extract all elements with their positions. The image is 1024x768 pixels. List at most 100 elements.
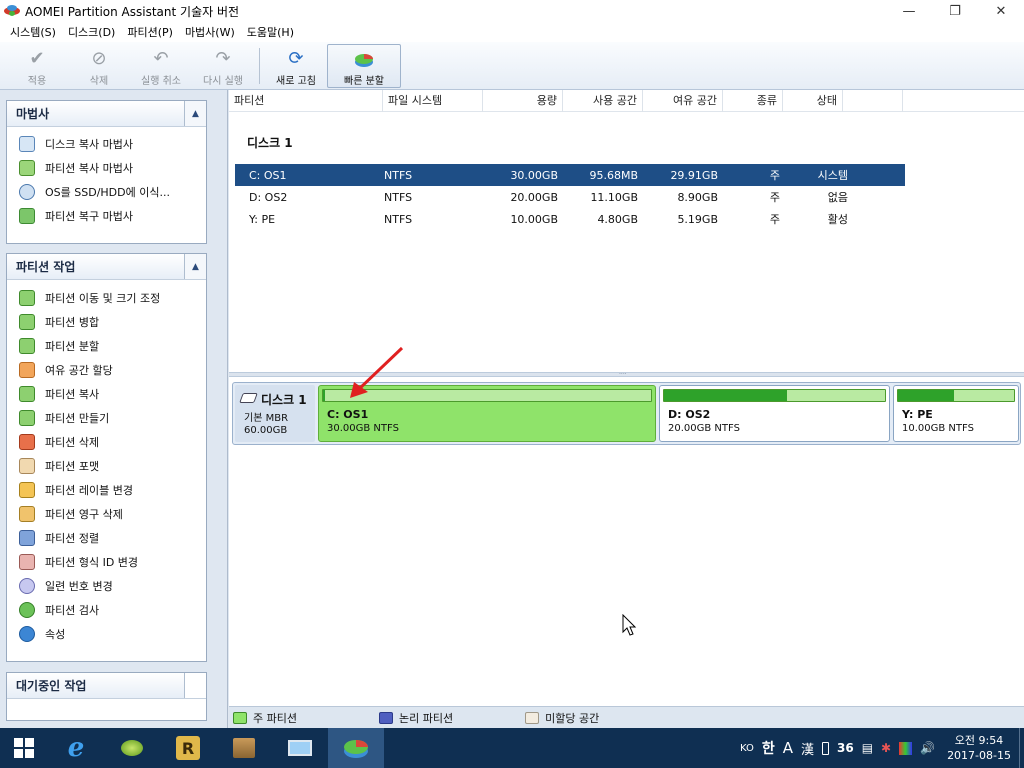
- partition-name: D: OS2: [668, 408, 711, 421]
- op-copy[interactable]: 파티션 복사: [7, 382, 206, 406]
- menu-wizard[interactable]: 마법사(W): [179, 24, 241, 40]
- menu-partition[interactable]: 파티션(P): [121, 24, 179, 40]
- menu-system[interactable]: 시스템(S): [4, 24, 62, 40]
- cell-capacity: 30.00GB: [510, 168, 558, 182]
- cell-capacity: 20.00GB: [510, 190, 558, 204]
- column-filesystem[interactable]: 파일 시스템: [383, 90, 483, 112]
- partition-detail: 20.00GB NTFS: [668, 423, 740, 434]
- wizard-item-label: 파티션 복사 마법사: [45, 162, 133, 175]
- taskbar-app-green[interactable]: [104, 728, 160, 768]
- taskbar-app-pc[interactable]: [272, 728, 328, 768]
- legend-logical-label: 논리 파티션: [398, 711, 454, 725]
- quick-split-button[interactable]: 빠른 분할: [327, 44, 401, 88]
- column-status[interactable]: 상태: [783, 90, 843, 112]
- op-allocate-free-space[interactable]: 여유 공간 할당: [7, 358, 206, 382]
- ime-hangul-indicator[interactable]: 한: [762, 738, 775, 758]
- op-change-type-id[interactable]: 파티션 형식 ID 변경: [7, 550, 206, 574]
- op-split[interactable]: 파티션 분할: [7, 334, 206, 358]
- taskbar-app-r[interactable]: R: [160, 728, 216, 768]
- undo-icon: ↶: [153, 48, 169, 69]
- op-change-serial[interactable]: 일련 번호 변경: [7, 574, 206, 598]
- discard-button[interactable]: ⊘ 삭제: [68, 44, 130, 88]
- wizard-item-partition-copy[interactable]: 파티션 복사 마법사: [7, 156, 206, 180]
- ime-alpha-indicator[interactable]: A: [783, 739, 793, 757]
- partition-block-d[interactable]: D: OS2 20.00GB NTFS: [659, 385, 890, 442]
- partition-detail: 10.00GB NTFS: [902, 423, 974, 434]
- cell-partition: D: OS2: [249, 190, 288, 204]
- network-icon[interactable]: ▤: [862, 741, 873, 755]
- partition-table: C: OS1 NTFS 30.00GB 95.68MB 29.91GB 주 시스…: [235, 164, 905, 230]
- wizard-item-disk-copy[interactable]: 디스크 복사 마법사: [7, 132, 206, 156]
- color-tool-icon[interactable]: [899, 741, 913, 755]
- cell-capacity: 10.00GB: [510, 212, 558, 226]
- disk-info-block[interactable]: 디스크 1 기본 MBR 60.00GB: [235, 385, 315, 442]
- refresh-button[interactable]: ⟳ 새로 고침: [265, 44, 327, 88]
- left-sidebar: 마법사 ▲ 디스크 복사 마법사 파티션 복사 마법사 OS를 SSD/HDD에…: [0, 90, 228, 728]
- collapse-wizard-button[interactable]: ▲: [184, 101, 206, 126]
- pane-splitter[interactable]: ····: [229, 372, 1024, 378]
- close-button[interactable]: ✕: [978, 0, 1024, 22]
- op-format[interactable]: 파티션 포맷: [7, 454, 206, 478]
- table-row[interactable]: C: OS1 NTFS 30.00GB 95.68MB 29.91GB 주 시스…: [235, 164, 905, 186]
- op-merge[interactable]: 파티션 병합: [7, 310, 206, 334]
- refresh-label: 새로 고침: [276, 76, 316, 87]
- column-capacity[interactable]: 용량: [483, 90, 563, 112]
- op-create[interactable]: 파티션 만들기: [7, 406, 206, 430]
- collapse-partition-ops-button[interactable]: ▲: [184, 254, 206, 279]
- move-resize-icon: [19, 290, 35, 306]
- ime-hanja-indicator[interactable]: 漢: [801, 739, 814, 758]
- table-row[interactable]: D: OS2 NTFS 20.00GB 11.10GB 8.90GB 주 없음: [235, 186, 905, 208]
- volume-icon[interactable]: 🔊: [920, 741, 935, 755]
- partition-copy-icon: [19, 160, 35, 176]
- disk-group-label: 디스크 1: [247, 136, 293, 150]
- op-change-label[interactable]: 파티션 레이블 변경: [7, 478, 206, 502]
- column-used[interactable]: 사용 공간: [563, 90, 643, 112]
- partition-block-c[interactable]: C: OS1 30.00GB NTFS: [318, 385, 656, 442]
- undo-button[interactable]: ↶ 실행 취소: [130, 44, 192, 88]
- menu-help[interactable]: 도움말(H): [241, 24, 300, 40]
- taskbar-internet-explorer[interactable]: e: [48, 728, 104, 768]
- taskbar-app-installer[interactable]: [216, 728, 272, 768]
- op-properties[interactable]: 속성: [7, 622, 206, 646]
- usage-bar: [663, 389, 886, 402]
- table-row[interactable]: Y: PE NTFS 10.00GB 4.80GB 5.19GB 주 활성: [235, 208, 905, 230]
- menu-disk[interactable]: 디스크(D): [62, 24, 121, 40]
- discard-icon: ⊘: [91, 48, 107, 69]
- legend-unallocated: 미할당 공간: [525, 710, 599, 726]
- wizard-item-partition-recovery[interactable]: 파티션 복구 마법사: [7, 204, 206, 228]
- tray-number-badge[interactable]: 36: [837, 741, 854, 755]
- op-align[interactable]: 파티션 정렬: [7, 526, 206, 550]
- tray-tool-icon[interactable]: ✱: [881, 741, 891, 755]
- menu-bar: 시스템(S) 디스크(D) 파티션(P) 마법사(W) 도움말(H): [0, 22, 1024, 42]
- apply-button[interactable]: ✔ 적용: [6, 44, 68, 88]
- battery-icon[interactable]: [822, 741, 829, 755]
- wizard-item-os-migrate[interactable]: OS를 SSD/HDD에 이식...: [7, 180, 206, 204]
- check-icon: [19, 602, 35, 618]
- cell-type: 주: [769, 169, 780, 182]
- show-desktop-button[interactable]: [1019, 728, 1024, 768]
- minimize-button[interactable]: —: [886, 0, 932, 22]
- system-clock[interactable]: 오전 9:54 2017-08-15: [947, 733, 1011, 763]
- column-type[interactable]: 종류: [723, 90, 783, 112]
- op-label: 파티션 형식 ID 변경: [45, 556, 139, 569]
- column-partition[interactable]: 파티션: [229, 90, 383, 112]
- wizard-item-label: OS를 SSD/HDD에 이식...: [45, 186, 170, 199]
- column-free[interactable]: 여유 공간: [643, 90, 723, 112]
- maximize-button[interactable]: ❐: [932, 0, 978, 22]
- disk-map: 디스크 1 기본 MBR 60.00GB C: OS1 30.00GB NTFS…: [232, 382, 1021, 445]
- wizard-item-label: 파티션 복구 마법사: [45, 210, 133, 223]
- partition-block-y[interactable]: Y: PE 10.00GB NTFS: [893, 385, 1019, 442]
- start-button[interactable]: [0, 728, 48, 768]
- op-move-resize[interactable]: 파티션 이동 및 크기 조정: [7, 286, 206, 310]
- language-indicator[interactable]: KO: [740, 743, 754, 754]
- taskbar-aomei[interactable]: [328, 728, 384, 768]
- collapse-pending-button[interactable]: [184, 673, 206, 698]
- op-label: 속성: [45, 628, 66, 641]
- op-label: 파티션 병합: [45, 316, 100, 329]
- op-delete[interactable]: 파티션 삭제: [7, 430, 206, 454]
- redo-button[interactable]: ↷ 다시 실행: [192, 44, 254, 88]
- cell-free: 29.91GB: [670, 168, 718, 182]
- clock-date: 2017-08-15: [947, 749, 1011, 762]
- op-check[interactable]: 파티션 검사: [7, 598, 206, 622]
- op-wipe[interactable]: 파티션 영구 삭제: [7, 502, 206, 526]
